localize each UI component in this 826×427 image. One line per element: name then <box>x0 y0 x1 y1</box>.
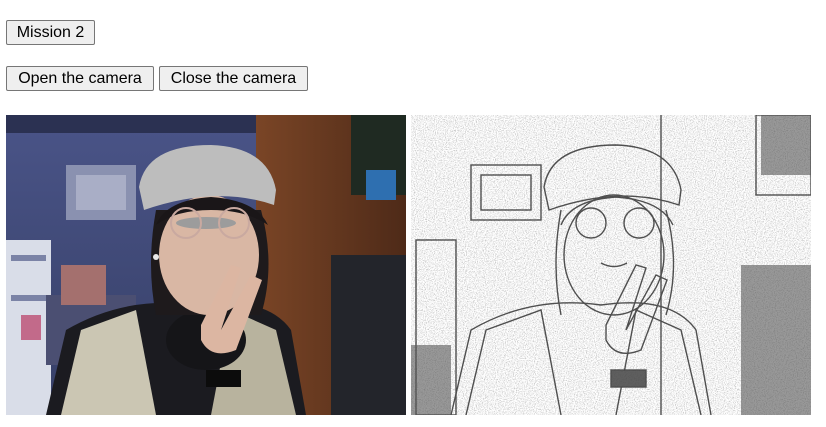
open-camera-button[interactable]: Open the camera <box>6 66 154 91</box>
mission-button[interactable]: Mission 2 <box>6 20 95 45</box>
camera-video-image <box>6 115 406 415</box>
page: Mission 2 Open the camera Close the came… <box>0 0 826 427</box>
camera-video-feed <box>6 115 406 415</box>
close-camera-button[interactable]: Close the camera <box>159 66 308 91</box>
sketch-canvas <box>411 115 811 415</box>
sketch-canvas-image <box>411 115 811 415</box>
